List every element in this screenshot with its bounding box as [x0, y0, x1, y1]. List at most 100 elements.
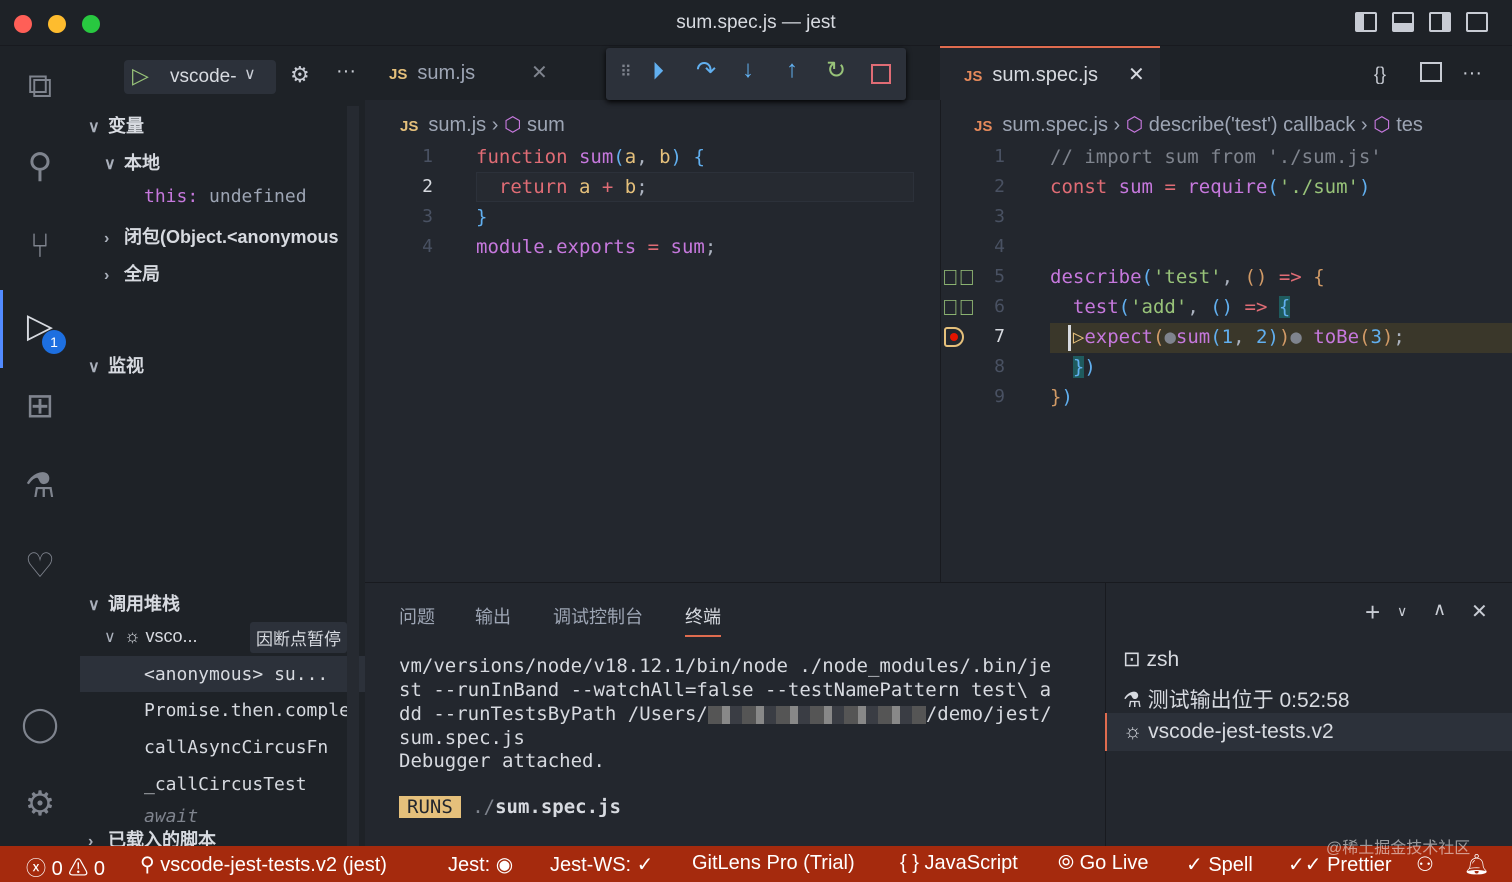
- stop-icon[interactable]: [871, 64, 891, 84]
- extensions-icon[interactable]: ⊞: [16, 382, 64, 430]
- breadcrumb: JS sum.js › ⬡ sum: [400, 114, 565, 136]
- code-line[interactable]: ▷expect(●sum(1, 2))● toBe(3);: [1050, 322, 1405, 352]
- terminal-jest[interactable]: ☼ vscode-jest-tests.v2: [1105, 713, 1512, 751]
- sidebar-scrollbar[interactable]: [347, 106, 359, 846]
- account-icon[interactable]: ◯: [16, 700, 64, 748]
- start-debug-icon[interactable]: ▷: [132, 63, 149, 89]
- drag-handle-icon[interactable]: ⠿: [620, 62, 632, 82]
- maximize-panel-icon[interactable]: ∧: [1433, 599, 1446, 620]
- source-control-icon[interactable]: ⑂: [16, 222, 64, 270]
- code-line[interactable]: describe('test', () => {: [1050, 262, 1325, 292]
- step-out-icon[interactable]: ↑: [786, 56, 798, 84]
- breadcrumb-symbol[interactable]: sum: [527, 114, 565, 136]
- code-line[interactable]: }): [1050, 352, 1096, 382]
- close-icon[interactable]: ✕: [1128, 48, 1145, 102]
- settings-gear-icon[interactable]: ⚙: [16, 780, 64, 828]
- tab-terminal[interactable]: 终端: [685, 603, 721, 637]
- code-line[interactable]: test('add', () => {: [1050, 292, 1291, 322]
- terminal-test-output[interactable]: ⚗ 测试输出位于 0:52:58: [1123, 684, 1350, 714]
- gear-icon[interactable]: ⚙: [290, 62, 310, 88]
- toggle-sidebar-icon[interactable]: [1355, 12, 1377, 32]
- debug-config-label: vscode-: [170, 66, 237, 87]
- gitlens-icon[interactable]: ♡: [16, 542, 64, 590]
- debug-toolbar: ⠿ ⏵ ↷ ↓ ↑ ↻: [606, 48, 906, 100]
- terminal-zsh[interactable]: ⊡ zsh: [1123, 647, 1179, 672]
- code-line[interactable]: const sum = require('./sum'): [1050, 172, 1370, 202]
- activity-bar: ⧉ ⚲ ⑂ ▷ 1 ⊞ ⚗ ♡ ◯ ⚙: [0, 46, 80, 846]
- beaker-icon: ⚗: [1123, 689, 1142, 712]
- code-line[interactable]: // import sum from './sum.js': [1050, 142, 1382, 172]
- golive-status[interactable]: ⦾ Go Live: [1058, 852, 1149, 875]
- runs-badge: RUNS: [399, 796, 461, 818]
- chevron-down-icon[interactable]: ∨: [1397, 603, 1407, 620]
- step-over-icon[interactable]: ↷: [696, 56, 716, 85]
- breadcrumb-file[interactable]: sum.spec.js: [1002, 114, 1108, 136]
- breadcrumb-symbol[interactable]: tes: [1396, 114, 1423, 136]
- problems-status[interactable]: ⓧ 0 ⚠ 0: [26, 852, 105, 881]
- line-number: 1: [994, 146, 1005, 167]
- more-icon[interactable]: ···: [1462, 62, 1482, 85]
- scope-closure[interactable]: › 闭包(Object.<anonymous: [104, 223, 339, 249]
- toggle-secondary-sidebar-icon[interactable]: [1429, 12, 1451, 32]
- watch-section[interactable]: ∨ 监视: [88, 352, 144, 378]
- line-number: 6: [994, 296, 1005, 317]
- tab-debug-console[interactable]: 调试控制台: [553, 603, 643, 629]
- test-passed-icon[interactable]: ✓⃝: [942, 265, 975, 291]
- code-line[interactable]: function sum(a, b) {: [476, 142, 705, 172]
- search-icon[interactable]: ⚲: [16, 142, 64, 190]
- gitlens-status[interactable]: GitLens Pro (Trial): [692, 852, 855, 875]
- stack-frame[interactable]: Promise.then.complet: [144, 700, 361, 721]
- stack-frame[interactable]: <anonymous> su...: [144, 664, 328, 685]
- debug-badge: 1: [42, 330, 66, 354]
- chevron-down-icon: ∨: [244, 66, 256, 83]
- breadcrumb-file[interactable]: sum.js: [428, 114, 486, 136]
- stack-frame[interactable]: _callCircusTest: [144, 774, 307, 795]
- line-number: 2: [994, 176, 1005, 197]
- terminal-line: st --runInBand --watchAll=false --testNa…: [399, 679, 1052, 701]
- code-line[interactable]: module.exports = sum;: [476, 232, 716, 262]
- spell-status[interactable]: ✓ Spell: [1186, 852, 1253, 877]
- watermark: @稀土掘金技术社区: [1326, 840, 1471, 857]
- step-into-icon[interactable]: ↓: [742, 56, 754, 84]
- explorer-icon[interactable]: ⧉: [16, 62, 64, 110]
- stack-frame[interactable]: await: [144, 806, 198, 822]
- tab-problems[interactable]: 问题: [399, 603, 435, 629]
- close-panel-icon[interactable]: ✕: [1471, 599, 1488, 624]
- paused-badge: 因断点暂停: [250, 622, 347, 653]
- restart-icon[interactable]: ↻: [826, 56, 846, 85]
- language-status[interactable]: { } JavaScript: [900, 852, 1018, 875]
- terminal-line: RUNS ./sum.spec.js: [399, 795, 621, 819]
- scope-global[interactable]: › 全局: [104, 260, 160, 286]
- jest-ws-status[interactable]: Jest-WS: ✓: [550, 852, 653, 877]
- line-number: 9: [994, 386, 1005, 407]
- variable-this[interactable]: this: undefined: [144, 186, 307, 207]
- line-number: 3: [994, 206, 1005, 227]
- more-icon[interactable]: ···: [336, 60, 356, 83]
- bottom-panel: 问题 输出 调试控制台 终端 + ∨ ∧ ✕ vm/versions/node/…: [365, 582, 1512, 847]
- continue-icon[interactable]: ⏵: [652, 58, 664, 86]
- variables-section[interactable]: ∨ 变量: [88, 112, 144, 138]
- split-editor-icon[interactable]: [1420, 62, 1442, 82]
- stack-frame[interactable]: callAsyncCircusFn: [144, 737, 328, 758]
- breadcrumb-symbol[interactable]: describe('test') callback: [1149, 114, 1356, 136]
- toggle-panel-icon[interactable]: [1392, 12, 1414, 32]
- code-line[interactable]: }): [1050, 382, 1073, 412]
- debug-status[interactable]: ⚲ vscode-jest-tests.v2 (jest): [140, 852, 387, 877]
- test-passed-icon[interactable]: ✓⃝: [942, 295, 975, 321]
- customize-layout-icon[interactable]: [1466, 12, 1488, 32]
- debug-session[interactable]: ∨ ☼ vsco...: [104, 626, 198, 647]
- code-line[interactable]: return a + b;: [476, 172, 648, 202]
- jest-status[interactable]: Jest: ◉: [448, 852, 513, 877]
- tab-sum-js[interactable]: JS sum.js ✕: [365, 46, 565, 100]
- scope-local[interactable]: ∨ 本地: [104, 149, 160, 175]
- breakpoint-paused-icon[interactable]: [944, 327, 964, 347]
- tab-output[interactable]: 输出: [475, 603, 511, 629]
- close-icon[interactable]: ✕: [531, 46, 548, 100]
- code-line[interactable]: }: [476, 202, 487, 232]
- braces-icon[interactable]: {}: [1374, 64, 1386, 85]
- testing-icon[interactable]: ⚗: [16, 462, 64, 510]
- debug-config-select[interactable]: ▷ vscode- ∨: [124, 60, 276, 94]
- new-terminal-icon[interactable]: +: [1365, 597, 1380, 628]
- callstack-section[interactable]: ∨ 调用堆栈: [88, 590, 180, 616]
- tab-sum-spec-js[interactable]: JS sum.spec.js ✕: [940, 46, 1160, 100]
